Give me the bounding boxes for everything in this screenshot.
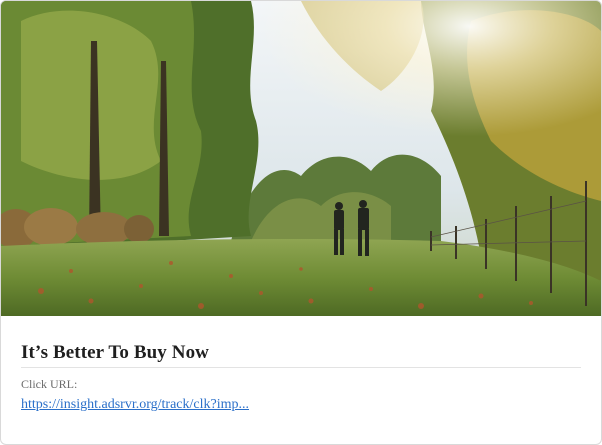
ad-text-content: It’s Better To Buy Now Click URL: https:…: [21, 327, 581, 414]
click-url-link[interactable]: https://insight.adsrvr.org/track/clk?imp…: [21, 396, 249, 414]
landscape-photo: [1, 1, 601, 316]
ad-headline[interactable]: It’s Better To Buy Now: [21, 341, 581, 365]
ad-hero-image[interactable]: [1, 1, 601, 316]
ad-preview-card: It’s Better To Buy Now Click URL: https:…: [0, 0, 602, 445]
divider: [21, 367, 581, 368]
click-url-label: Click URL:: [21, 377, 78, 391]
